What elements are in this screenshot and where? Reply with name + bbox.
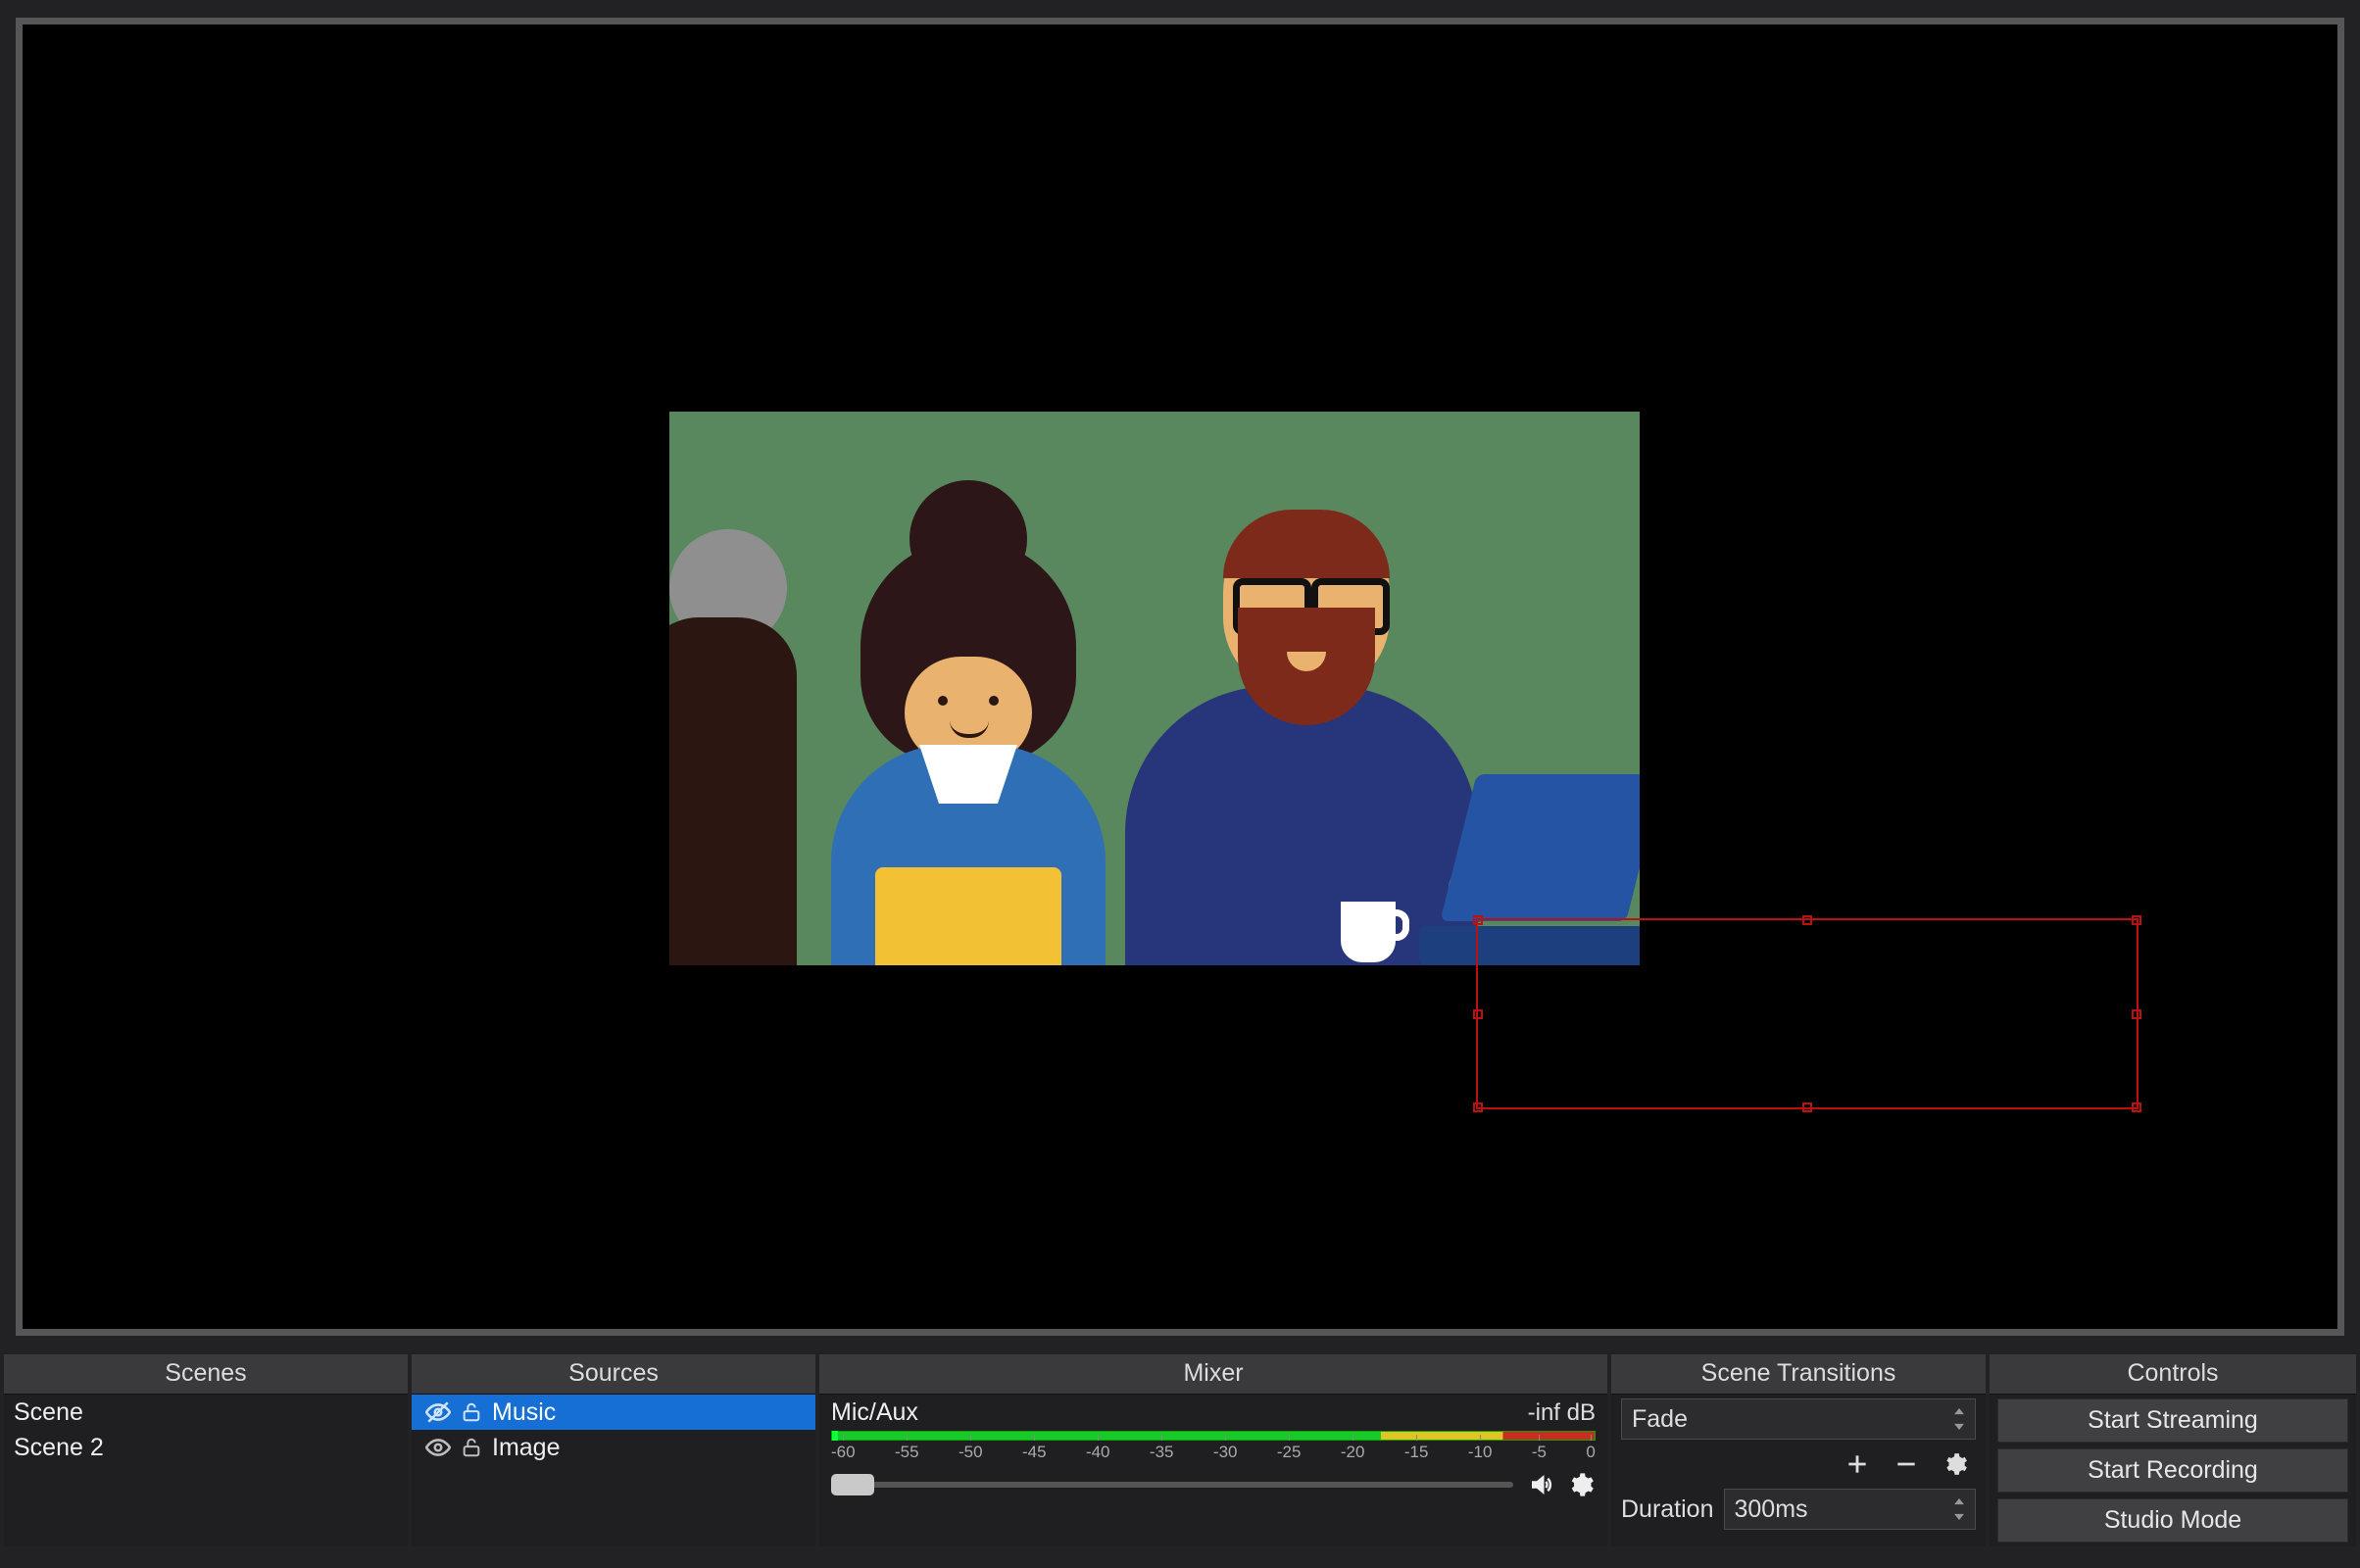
resize-handle[interactable]	[1802, 1102, 1812, 1112]
resize-handle[interactable]	[2132, 1009, 2141, 1019]
scene-label: Scene 2	[14, 1434, 104, 1462]
gear-icon[interactable]	[1941, 1449, 1970, 1479]
eye-off-icon[interactable]	[421, 1399, 455, 1425]
eye-icon[interactable]	[421, 1435, 455, 1460]
studio-mode-button[interactable]: Studio Mode	[1997, 1498, 2348, 1543]
source-label: Music	[492, 1398, 556, 1427]
source-label: Image	[492, 1434, 560, 1462]
plus-icon[interactable]	[1843, 1449, 1872, 1479]
resize-handle[interactable]	[2132, 1102, 2141, 1112]
sources-list[interactable]: Music Image	[412, 1395, 815, 1546]
resize-handle[interactable]	[2132, 915, 2141, 925]
start-streaming-button[interactable]: Start Streaming	[1997, 1398, 2348, 1443]
scene-item[interactable]: Scene 2	[4, 1430, 408, 1465]
selection-bounds[interactable]	[1476, 918, 2139, 1109]
bottom-panels: Scenes Scene Scene 2 Sources Music	[0, 1354, 2360, 1550]
preview-area[interactable]	[16, 18, 2344, 1336]
start-recording-button[interactable]: Start Recording	[1997, 1448, 2348, 1493]
scene-label: Scene	[14, 1398, 83, 1427]
duration-label: Duration	[1621, 1495, 1714, 1524]
transition-selected: Fade	[1632, 1405, 1688, 1434]
controls-panel: Controls Start Streaming Start Recording…	[1990, 1354, 2356, 1546]
sources-header: Sources	[412, 1354, 815, 1395]
speaker-icon[interactable]	[1527, 1470, 1556, 1499]
resize-handle[interactable]	[1473, 915, 1483, 925]
mixer-panel: Mixer Mic/Aux -inf dB -60-55-50 -45-40-3…	[819, 1354, 1607, 1546]
lock-open-icon[interactable]	[455, 1436, 488, 1459]
mixer-header: Mixer	[819, 1354, 1607, 1395]
resize-handle[interactable]	[1473, 1102, 1483, 1112]
mixer-channel-name: Mic/Aux	[831, 1398, 1528, 1427]
duration-value: 300ms	[1735, 1495, 1808, 1524]
gear-icon[interactable]	[1566, 1470, 1596, 1499]
stepper-icon[interactable]	[1947, 1494, 1971, 1525]
resize-handle[interactable]	[1802, 915, 1812, 925]
mixer-channel: Mic/Aux -inf dB -60-55-50 -45-40-35 -30-…	[819, 1395, 1607, 1546]
transitions-header: Scene Transitions	[1611, 1354, 1986, 1395]
controls-header: Controls	[1990, 1354, 2356, 1395]
mixer-level: -inf dB	[1528, 1399, 1596, 1427]
scenes-header: Scenes	[4, 1354, 408, 1395]
minus-icon[interactable]	[1892, 1449, 1921, 1479]
source-item[interactable]: Image	[412, 1430, 815, 1465]
mixer-scale: -60-55-50 -45-40-35 -30-25-20 -15-10-5 0	[831, 1443, 1596, 1462]
resize-handle[interactable]	[1473, 1009, 1483, 1019]
scenes-panel: Scenes Scene Scene 2	[4, 1354, 408, 1546]
transitions-panel: Scene Transitions Fade Durat	[1611, 1354, 1986, 1546]
transition-select[interactable]: Fade	[1621, 1398, 1976, 1440]
lock-open-icon[interactable]	[455, 1400, 488, 1424]
sources-panel: Sources Music Image	[412, 1354, 815, 1546]
volume-thumb[interactable]	[831, 1474, 874, 1495]
stepper-icon[interactable]	[1947, 1403, 1971, 1435]
preview-source-image[interactable]	[669, 412, 1640, 965]
duration-input[interactable]: 300ms	[1724, 1489, 1977, 1530]
source-item[interactable]: Music	[412, 1395, 815, 1430]
volume-slider[interactable]	[831, 1482, 1513, 1488]
scene-item[interactable]: Scene	[4, 1395, 408, 1430]
scenes-list[interactable]: Scene Scene 2	[4, 1395, 408, 1546]
